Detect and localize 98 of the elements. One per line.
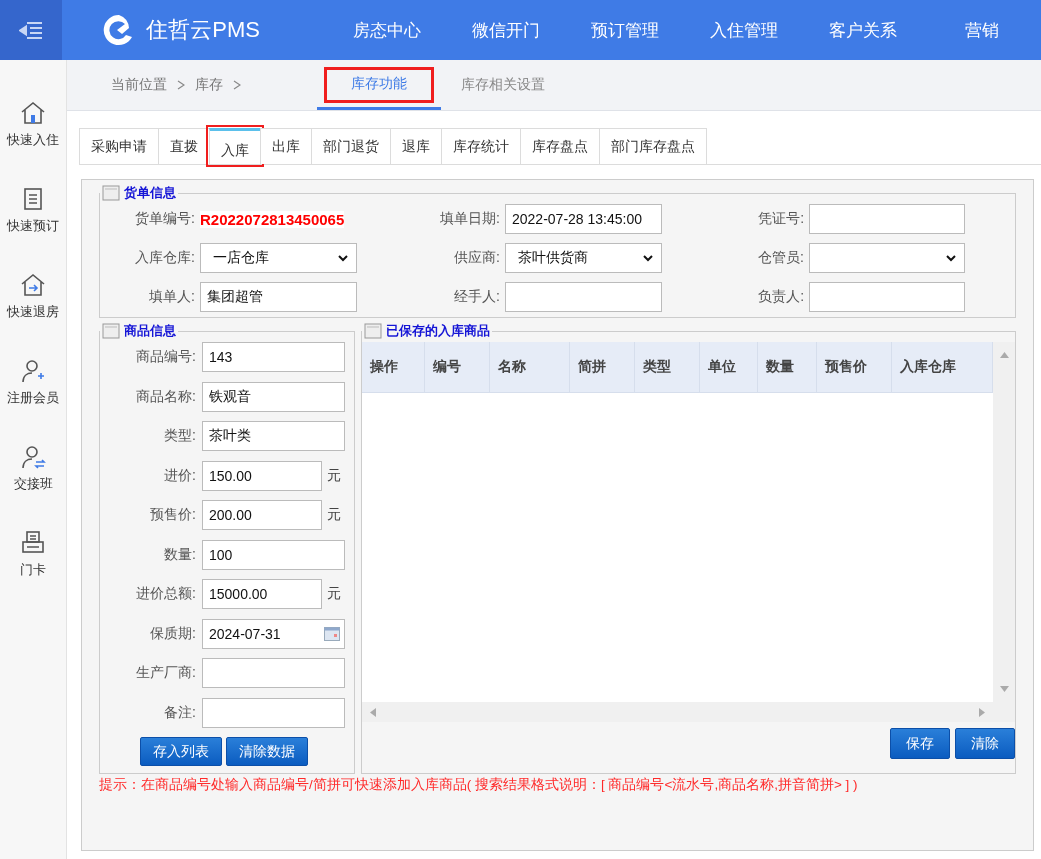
input-field[interactable]	[202, 697, 345, 728]
field-label: 数量:	[163, 545, 196, 564]
nav-link[interactable]: 入住管理	[684, 18, 803, 42]
action-button[interactable]: 清除	[955, 728, 1015, 759]
field-label: 凭证号:	[757, 210, 804, 228]
field-label: 备注:	[163, 703, 196, 722]
chevron-icon	[233, 80, 241, 90]
sidebar-item[interactable]: 注册会员	[0, 358, 66, 407]
field-label: 类型:	[163, 427, 196, 445]
horizontal-scrollbar[interactable]	[362, 702, 993, 722]
input-field[interactable]: 100	[202, 539, 345, 570]
column-header: 预售价	[817, 342, 892, 392]
chevron-down-icon	[338, 254, 348, 262]
brand-name: 住哲云PMS	[146, 16, 260, 44]
field-label: 填单日期:	[439, 210, 500, 228]
sidebar-item[interactable]: 快速退房	[0, 272, 66, 321]
tab[interactable]: 出库	[260, 128, 312, 164]
select-field[interactable]: 一店仓库	[200, 243, 357, 273]
column-header: 类型	[635, 342, 700, 392]
scroll-up-icon[interactable]	[999, 352, 1009, 358]
action-button[interactable]: 保存	[890, 728, 950, 759]
scroll-left-icon[interactable]	[370, 707, 376, 717]
unit-label: 元	[327, 506, 341, 524]
action-button[interactable]: 存入列表	[140, 737, 222, 766]
form-icon	[102, 185, 120, 201]
column-header: 操作	[362, 342, 425, 392]
section-title: 商品信息	[124, 322, 176, 340]
calendar-icon	[324, 626, 340, 641]
nav-link[interactable]: 房态中心	[327, 18, 446, 42]
chevron-icon	[177, 80, 185, 90]
menu-icon	[19, 21, 44, 39]
sidebar-item[interactable]: 交接班	[0, 444, 66, 493]
form-icon	[102, 323, 120, 339]
field-label: 保质期:	[149, 624, 196, 643]
breadcrumb-item: 库存	[195, 76, 223, 94]
nav-link[interactable]: 预订管理	[565, 18, 684, 42]
nav-link[interactable]: 营销	[922, 18, 1041, 42]
house-arrow-icon	[20, 272, 46, 298]
date-field[interactable]: 2024-07-31	[202, 618, 345, 649]
field-label: 负责人:	[757, 288, 804, 306]
column-header: 编号	[425, 342, 490, 392]
form-icon	[364, 323, 382, 339]
input-field[interactable]: 15000.00	[202, 579, 322, 609]
chevron-down-icon	[643, 254, 653, 262]
menu-toggle[interactable]	[0, 0, 63, 60]
input-field[interactable]: 200.00	[202, 500, 322, 530]
action-button[interactable]: 清除数据	[226, 737, 308, 766]
field-label: 经手人:	[453, 288, 500, 306]
printer-icon	[20, 530, 46, 556]
field-label: 进价:	[163, 466, 196, 485]
sidebar-item[interactable]: 门卡	[0, 530, 66, 579]
field-label: 填单人:	[148, 288, 195, 306]
scroll-right-icon[interactable]	[979, 707, 985, 717]
order-number: R2022072813450065	[200, 210, 345, 228]
input-field[interactable]: 2022-07-28 13:45:00	[505, 204, 662, 234]
vertical-scrollbar[interactable]	[993, 342, 1015, 722]
input-field[interactable]: 143	[202, 342, 345, 372]
select-field[interactable]	[809, 243, 965, 273]
user-arrows-icon	[20, 444, 46, 470]
column-header: 名称	[490, 342, 570, 392]
input-field[interactable]	[505, 282, 662, 312]
unit-label: 元	[327, 585, 341, 603]
house-icon	[20, 100, 46, 126]
field-label: 货单编号:	[134, 210, 195, 228]
field-label: 商品名称:	[135, 387, 196, 406]
sidebar-item[interactable]: 快速预订	[0, 186, 66, 235]
input-field[interactable]	[202, 658, 345, 688]
column-header: 单位	[700, 342, 758, 392]
field-label: 进价总额:	[135, 585, 196, 603]
input-field[interactable]: 茶叶类	[202, 421, 345, 451]
input-field[interactable]: 150.00	[202, 460, 322, 491]
sidebar-item[interactable]: 快速入住	[0, 100, 66, 149]
input-field[interactable]	[809, 204, 965, 234]
column-header: 数量	[758, 342, 817, 392]
hint-text: 提示：在商品编号处输入商品编号/简拼可快速添加入库商品( 搜索结果格式说明：[ 商品编号<流水号,商品名称,拼音简拼> ] )	[99, 776, 859, 794]
input-field[interactable]	[809, 282, 965, 312]
nav-link[interactable]: 客户关系	[803, 18, 922, 42]
section-title: 货单信息	[124, 184, 176, 202]
nav-link[interactable]: 微信开门	[446, 18, 565, 42]
field-label: 供应商:	[453, 249, 500, 267]
column-header: 简拼	[570, 342, 635, 392]
input-field[interactable]: 铁观音	[202, 381, 345, 412]
field-label: 仓管员:	[757, 249, 804, 267]
tab[interactable]: 采购申请	[79, 128, 159, 164]
breadcrumb-item: 当前位置	[111, 76, 167, 94]
user-plus-icon	[20, 358, 46, 384]
chevron-down-icon	[946, 254, 956, 262]
field-label: 入库仓库:	[134, 249, 195, 267]
section-tab[interactable]: 库存功能	[317, 60, 441, 110]
field-label: 生产厂商:	[135, 664, 196, 682]
field-label: 商品编号:	[135, 348, 196, 366]
unit-label: 元	[327, 466, 341, 485]
input-field[interactable]: 集团超管	[200, 282, 357, 312]
field-label: 预售价:	[149, 506, 196, 524]
select-field[interactable]: 茶叶供货商	[505, 243, 662, 273]
tab[interactable]: 部门库存盘点	[599, 128, 707, 164]
scroll-down-icon[interactable]	[999, 686, 1009, 692]
section-title: 已保存的入库商品	[386, 322, 490, 340]
